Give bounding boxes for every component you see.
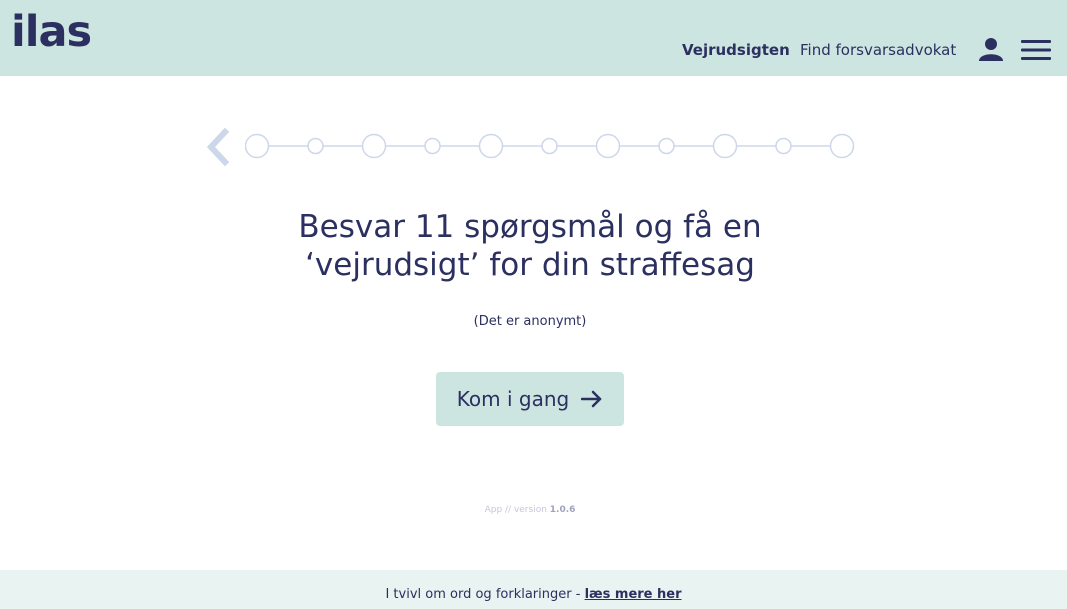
- step-indicator-1: [245, 133, 270, 159]
- step-indicator-7: [595, 133, 621, 159]
- arrow-right-icon: [581, 390, 602, 408]
- footer-help-text: I tvivl om ord og forklaringer - læs mer…: [0, 587, 1067, 602]
- footer-read-more-link[interactable]: læs mere her: [585, 587, 682, 602]
- step-indicator-10: [775, 137, 792, 155]
- page-title-line-1: Besvar 11 spørgsmål og få en: [298, 209, 762, 245]
- start-button-label: Kom i gang: [456, 387, 570, 411]
- step-indicators: [245, 133, 855, 159]
- step-indicator-5: [478, 133, 504, 159]
- footer-label: I tvivl om ord og forklaringer -: [385, 587, 581, 602]
- hamburger-menu-icon[interactable]: [1021, 38, 1051, 62]
- start-button[interactable]: Kom i gang: [436, 372, 624, 426]
- version-number: 1.0.6: [549, 505, 576, 515]
- step-indicator-8: [658, 137, 675, 155]
- footer-bar: I tvivl om ord og forklaringer - læs mer…: [0, 570, 1067, 609]
- step-indicator-2: [307, 137, 324, 155]
- page-title: Besvar 11 spørgsmål og få en ‘vejrudsigt…: [200, 208, 860, 284]
- version-prefix: App // version: [484, 505, 547, 515]
- step-indicator-6: [541, 137, 558, 155]
- back-chevron-icon[interactable]: [203, 127, 231, 167]
- ilas-logo[interactable]: ilas: [11, 11, 92, 54]
- user-icon[interactable]: [979, 37, 1003, 61]
- nav-link-find-forsvarsadvokat[interactable]: Find forsvarsadvokat: [800, 40, 956, 60]
- progress-stepper: [200, 124, 870, 168]
- step-indicator-9: [712, 133, 738, 159]
- app-version: App // version 1.0.6: [400, 505, 660, 515]
- step-indicator-11: [829, 133, 855, 159]
- nav-link-vejrudsigten[interactable]: Vejrudsigten: [682, 40, 790, 60]
- page-title-line-2: ‘vejrudsigt’ for din straffesag: [305, 247, 755, 283]
- top-navigation-bar: ilas Vejrudsigten Find forsvarsadvokat: [0, 0, 1067, 76]
- step-indicator-4: [424, 137, 441, 155]
- step-indicator-3: [361, 133, 387, 159]
- anonymous-note: (Det er anonymt): [473, 314, 587, 329]
